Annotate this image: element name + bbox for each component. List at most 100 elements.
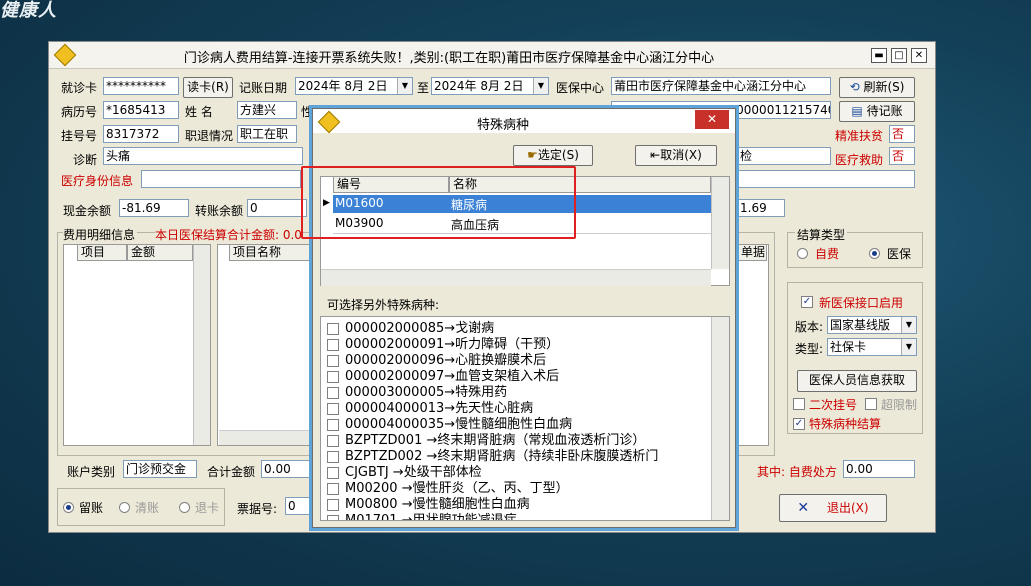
aid-input[interactable]: 否: [889, 147, 915, 165]
option-checkbox[interactable]: [327, 371, 339, 383]
fee-grid-left[interactable]: [63, 244, 211, 446]
radio-self[interactable]: [797, 248, 808, 259]
retire-label: 职退情况: [185, 129, 234, 143]
exit-button[interactable]: ✕ 退出(X): [779, 494, 887, 522]
cancel-button[interactable]: ⇤取消(X): [635, 145, 717, 166]
receipt-input[interactable]: 0: [285, 497, 313, 515]
radio-insure[interactable]: [869, 248, 880, 259]
card-label: 就诊卡: [61, 81, 98, 95]
right-balance-input[interactable]: 1.69: [737, 199, 785, 217]
version-value: 国家基线版: [830, 318, 891, 332]
option-checkbox[interactable]: [327, 403, 339, 415]
date-from-value: 2024年 8月 2日: [298, 79, 388, 93]
option-checkbox[interactable]: [327, 323, 339, 335]
chevron-down-icon[interactable]: ▼: [397, 78, 412, 94]
pending-button-label: 待记账: [866, 104, 903, 118]
option-checkbox[interactable]: [327, 435, 339, 447]
version-select[interactable]: 国家基线版 ▼: [827, 316, 917, 334]
option-checkbox[interactable]: [327, 387, 339, 399]
account-type-label: 账户类别: [67, 465, 116, 479]
option-label: BZPTZD001 →终末期肾脏病（常规血液透析门诊）: [345, 433, 646, 448]
option-label: 000002000085→戈谢病: [345, 321, 495, 336]
refresh-button-label: 刷新(S): [863, 80, 905, 94]
transfer-label: 转账余额: [195, 204, 244, 218]
exit-door-icon: ⇤: [650, 148, 661, 162]
record-input[interactable]: *1685413: [103, 101, 179, 119]
option-checkbox[interactable]: [327, 419, 339, 431]
diag-right-input[interactable]: 检: [737, 147, 831, 165]
option-label: BZPTZD002 →终末期肾脏病（持续非卧床腹膜透析门: [345, 449, 659, 464]
option-label: M00800 →慢性髓细胞性白血病: [345, 497, 530, 512]
aid-label: 医疗救助: [835, 153, 884, 167]
card-input[interactable]: **********: [103, 77, 179, 95]
kind-select[interactable]: 社保卡 ▼: [827, 338, 917, 356]
option-checkbox[interactable]: [327, 499, 339, 511]
select-button[interactable]: ☛选定(S): [513, 145, 593, 166]
diag-label: 诊断: [73, 153, 98, 167]
over-limit-checkbox[interactable]: [865, 398, 877, 410]
dialog-close-button[interactable]: ✕: [695, 110, 729, 129]
radio-keep[interactable]: [63, 502, 74, 513]
other-disease-label: 可选择另外特殊病种:: [327, 298, 440, 312]
pending-button[interactable]: ▤ 待记账: [839, 101, 915, 122]
highlight-box: [301, 166, 576, 239]
second-reg-checkbox[interactable]: [793, 398, 805, 410]
option-label: 000002000091→听力障碍（干预）: [345, 337, 560, 352]
identity-input[interactable]: [141, 170, 301, 188]
diag-input[interactable]: 头痛: [103, 147, 303, 165]
option-checkbox[interactable]: [327, 355, 339, 367]
over-limit-label: 超限制: [881, 398, 918, 412]
option-label: M01701 →甲状腺功能减退症: [345, 513, 517, 521]
title-bar[interactable]: 门诊病人费用结算-连接开票系统失败！,类别:(职工在职)莆田市医疗保障基金中心涵…: [49, 42, 935, 69]
option-checkbox[interactable]: [327, 339, 339, 351]
option-label: 000004000035→慢性髓细胞性白血病: [345, 417, 573, 432]
cash-input[interactable]: -81.69: [119, 199, 189, 217]
grid1-scrollbar[interactable]: [193, 245, 210, 445]
transfer-input[interactable]: 0: [247, 199, 307, 217]
cancel-button-label: 取消(X): [660, 148, 702, 162]
cash-label: 现金余额: [63, 204, 112, 218]
detail-total-label: 本日医保结算合计金额: 0.0: [155, 226, 302, 243]
grid2-header-right: 单据: [737, 244, 767, 261]
option-checkbox[interactable]: [327, 483, 339, 495]
chevron-down-icon[interactable]: ▼: [901, 339, 916, 355]
account-type-input[interactable]: 门诊预交金: [123, 460, 197, 478]
dialog-title-bar[interactable]: 特殊病种 ✕: [313, 109, 735, 134]
refresh-button[interactable]: ⟲ 刷新(S): [839, 77, 915, 98]
special-checkbox[interactable]: ✓: [793, 418, 805, 430]
maximize-button[interactable]: □: [891, 48, 907, 63]
chevron-down-icon[interactable]: ▼: [901, 317, 916, 333]
grid-hscrollbar[interactable]: [321, 269, 711, 286]
close-button[interactable]: ✕: [911, 48, 927, 63]
self-pay-input[interactable]: 0.00: [843, 460, 915, 478]
grid2-header-name: 项目名称: [229, 244, 325, 261]
options-vscrollbar[interactable]: [711, 317, 729, 520]
retire-input[interactable]: 职工在职: [237, 125, 297, 143]
grid-vscrollbar[interactable]: [711, 177, 729, 269]
date-from-picker[interactable]: 2024年 8月 2日 ▼: [295, 77, 413, 95]
select-button-label: 选定(S): [537, 148, 579, 162]
disease-options-list[interactable]: 000002000085→戈谢病 000002000091→听力障碍（干预） 000…: [320, 316, 730, 521]
date-to-picker[interactable]: 2024年 8月 2日 ▼: [431, 77, 549, 95]
option-checkbox[interactable]: [327, 515, 339, 520]
radio-keep-label: 留账: [79, 501, 104, 515]
read-card-button[interactable]: 读卡(R): [183, 77, 233, 98]
total-input[interactable]: 0.00: [261, 460, 315, 478]
chevron-down-icon[interactable]: ▼: [533, 78, 548, 94]
option-checkbox[interactable]: [327, 451, 339, 463]
radio-refund[interactable]: [179, 502, 190, 513]
reg-input[interactable]: 8317372: [103, 125, 179, 143]
radio-clear[interactable]: [119, 502, 130, 513]
name-input[interactable]: 方建兴: [237, 101, 297, 119]
option-checkbox[interactable]: [327, 467, 339, 479]
refresh-icon: ⟲: [849, 80, 864, 94]
poverty-input[interactable]: 否: [889, 125, 915, 143]
new-api-checkbox[interactable]: ✓: [801, 296, 813, 308]
identity-right-input[interactable]: [737, 170, 915, 188]
center-input[interactable]: 莆田市医疗保障基金中心涵江分中心: [611, 77, 831, 95]
minimize-button[interactable]: ▬: [871, 48, 887, 63]
total-label: 合计金额: [207, 465, 256, 479]
insurance-info-button[interactable]: 医保人员信息获取: [797, 370, 917, 392]
special-label: 特殊病种结算: [809, 417, 882, 431]
dialog-title: 特殊病种: [476, 118, 529, 133]
